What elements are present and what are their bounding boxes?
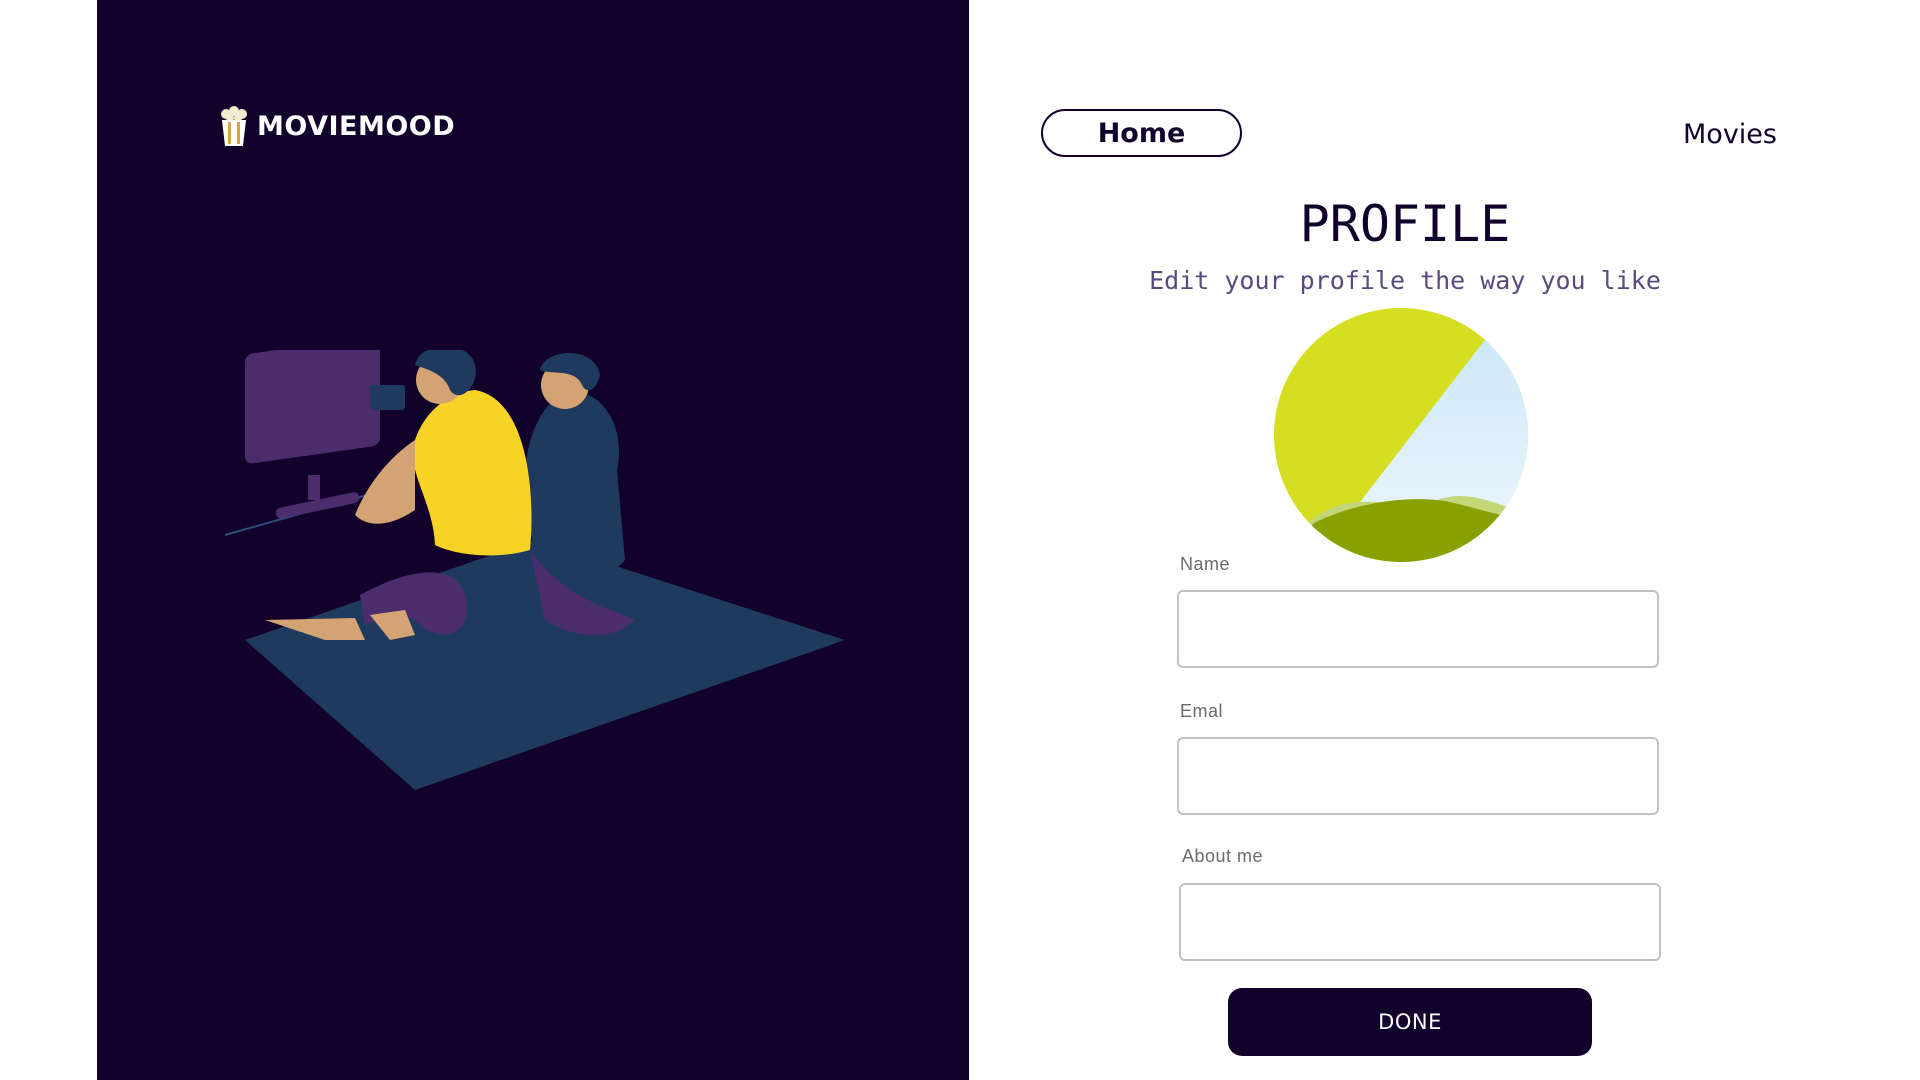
email-label: Emal	[1180, 701, 1224, 721]
page-title: PROFILE	[1299, 195, 1511, 253]
name-label: Name	[1180, 554, 1231, 574]
brand-name: MOVIEMOOD	[257, 110, 456, 142]
couple-watching-tv-illustration	[224, 350, 845, 790]
about-label: About me	[1182, 846, 1264, 866]
name-input[interactable]	[1177, 590, 1659, 668]
done-button[interactable]: DONE	[1228, 988, 1592, 1056]
hero-panel: MOVIEMOOD	[97, 0, 969, 1080]
about-input[interactable]	[1179, 883, 1661, 961]
landscape-placeholder-icon[interactable]	[1274, 308, 1528, 562]
brand-logo[interactable]: MOVIEMOOD	[219, 106, 455, 146]
popcorn-icon	[221, 106, 247, 146]
nav-movies-link[interactable]: Movies	[1660, 116, 1800, 152]
nav-home-button[interactable]: Home	[1041, 109, 1242, 157]
page-subtitle: Edit your profile the way you like	[1149, 266, 1661, 295]
email-input[interactable]	[1177, 737, 1659, 815]
